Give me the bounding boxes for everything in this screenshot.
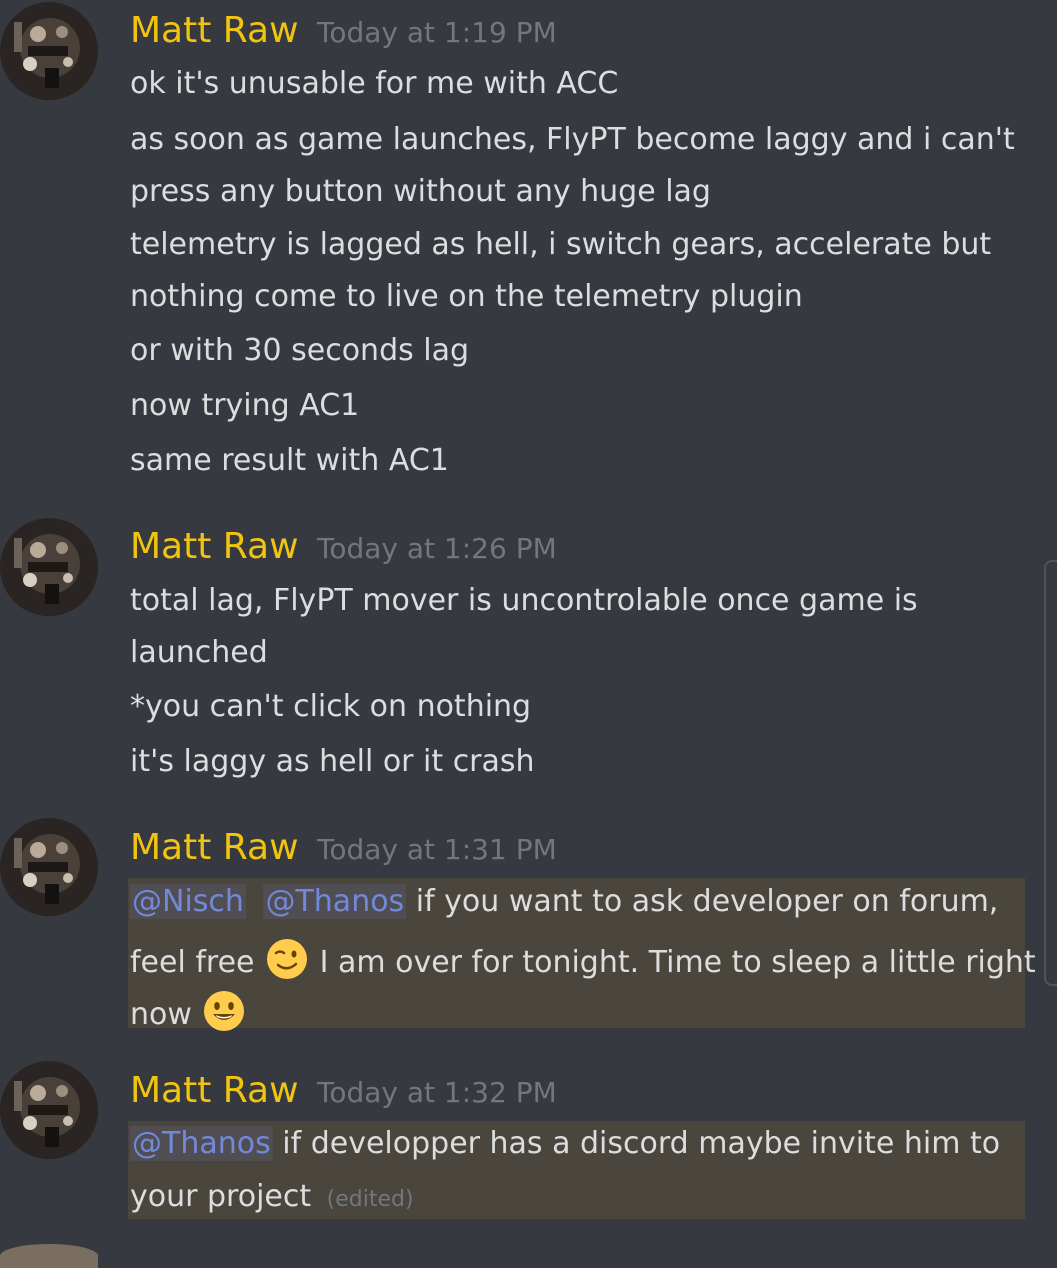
message-line: @Nisch @Thanos if you want to ask develo… [130, 884, 999, 919]
avatar[interactable] [0, 818, 98, 916]
username[interactable]: Matt Raw [130, 529, 299, 565]
message-line: now [130, 990, 247, 1032]
message-text: your project [130, 1179, 312, 1214]
username[interactable]: Matt Raw [130, 13, 299, 49]
avatar[interactable] [0, 518, 98, 616]
message-text: I am over for tonight. Time to sleep a l… [319, 945, 1036, 980]
message-line: press any button without any huge lag [130, 174, 711, 209]
edited-label: (edited) [326, 1187, 414, 1212]
message-text: if you want to ask developer on forum, [415, 884, 999, 919]
message-text: feel free [130, 945, 255, 980]
message-text: now [130, 997, 192, 1032]
avatar-image [0, 818, 98, 916]
username[interactable]: Matt Raw [130, 1073, 299, 1109]
smile-emoji-icon [204, 991, 245, 1031]
message-line: or with 30 seconds lag [130, 333, 470, 368]
user-mention[interactable]: @Thanos [130, 1126, 273, 1161]
message-line: telemetry is lagged as hell, i switch ge… [130, 227, 992, 262]
scrollbar[interactable] [1044, 560, 1057, 986]
avatar[interactable] [0, 2, 98, 100]
avatar[interactable] [0, 1244, 98, 1268]
message-line: *you can't click on nothing [130, 689, 532, 724]
avatar[interactable] [0, 1061, 98, 1159]
message-line: same result with AC1 [130, 443, 449, 478]
user-mention[interactable]: @Nisch [130, 884, 246, 919]
message-line: your project (edited) [130, 1182, 414, 1212]
message-line: ok it's unusable for me with ACC [130, 66, 619, 101]
wink-emoji-icon [267, 939, 308, 979]
user-mention[interactable]: @Thanos [263, 884, 407, 919]
message-line: @Thanos if developper has a discord mayb… [130, 1126, 1001, 1161]
message-line: nothing come to live on the telemetry pl… [130, 279, 803, 314]
message-line: as soon as game launches, FlyPT become l… [130, 122, 1015, 157]
message-line: total lag, FlyPT mover is uncontrolable … [130, 583, 918, 618]
timestamp: Today at 1:19 PM [317, 16, 557, 49]
message-line: it's laggy as hell or it crash [130, 744, 535, 779]
message-text: if developper has a discord maybe invite… [282, 1126, 1001, 1161]
message-line: launched [130, 635, 268, 670]
username[interactable]: Matt Raw [130, 830, 299, 866]
avatar-image [0, 1061, 98, 1159]
message-line: now trying AC1 [130, 388, 360, 423]
timestamp: Today at 1:32 PM [317, 1076, 557, 1109]
message-line: feel free I am over for tonight. Time to… [130, 938, 1036, 980]
avatar-image [0, 518, 98, 616]
avatar-image [0, 2, 98, 100]
timestamp: Today at 1:31 PM [317, 833, 557, 866]
timestamp: Today at 1:26 PM [317, 532, 557, 565]
